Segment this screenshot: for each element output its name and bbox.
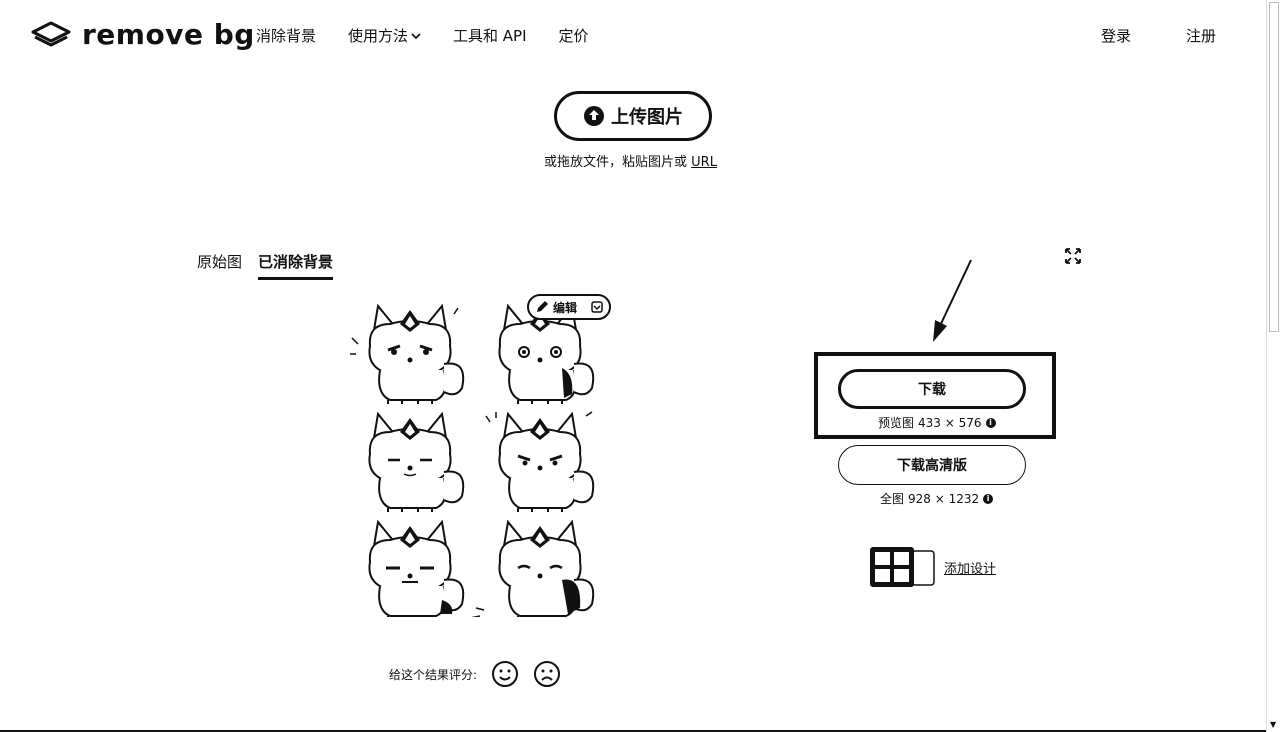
upload-url-link[interactable]: URL <box>691 155 717 170</box>
sad-face-icon[interactable] <box>533 660 561 688</box>
main-nav: 消除背景 使用方法 工具和 API 定价 <box>256 25 589 46</box>
rating-label: 给这个结果评分: <box>389 667 478 682</box>
rating: 给这个结果评分: <box>389 660 561 688</box>
scroll-down-icon[interactable]: ▼ <box>1270 720 1276 729</box>
header: remove bg 消除背景 使用方法 工具和 API 定价 登录 注册 <box>0 0 1266 70</box>
download-button[interactable]: 下载 <box>838 369 1026 409</box>
upload-button-label: 上传图片 <box>611 107 683 128</box>
logo-text: remove bg <box>82 18 255 51</box>
full-label: 全图 <box>880 492 905 506</box>
tab-original[interactable]: 原始图 <box>197 251 242 280</box>
chevron-down-icon <box>411 32 421 39</box>
nav-remove-background[interactable]: 消除背景 <box>256 25 316 46</box>
nav-tools-api[interactable]: 工具和 API <box>453 25 527 46</box>
edit-label: 编辑 <box>553 300 578 315</box>
add-design[interactable]: 添加设计 <box>868 545 996 589</box>
nav-how-to-use[interactable]: 使用方法 <box>348 25 421 46</box>
scrollbar-thumb[interactable] <box>1269 2 1279 332</box>
result-image <box>350 305 595 617</box>
nav-how-to-use-label: 使用方法 <box>348 27 409 45</box>
preview-label: 预览图 <box>878 416 915 430</box>
edit-button[interactable]: 编辑 <box>527 294 611 320</box>
info-icon[interactable]: i <box>985 417 996 428</box>
full-size-info: 全图 928 × 1232 i <box>880 490 994 507</box>
design-templates-icon <box>870 547 935 587</box>
signup-link[interactable]: 注册 <box>1186 25 1216 46</box>
download-hd-button[interactable]: 下载高清版 <box>838 445 1026 485</box>
full-size: 928 × 1232 <box>908 491 980 506</box>
upload-hint-text: 或拖放文件，粘贴图片或 <box>544 155 688 170</box>
image-tabs: 原始图 已消除背景 <box>197 251 334 280</box>
auth-links: 登录 注册 <box>1101 25 1216 46</box>
login-link[interactable]: 登录 <box>1101 25 1131 46</box>
info-icon[interactable]: i <box>983 493 994 504</box>
pencil-icon <box>537 301 548 312</box>
add-design-link[interactable]: 添加设计 <box>944 558 996 577</box>
logo[interactable]: remove bg <box>30 18 255 51</box>
upload-hint: 或拖放文件，粘贴图片或 URL <box>544 151 717 170</box>
annotation-arrow <box>933 259 972 342</box>
happy-face-icon[interactable] <box>491 660 519 688</box>
upload-image-button[interactable]: 上传图片 <box>554 91 712 141</box>
page-scrollbar[interactable]: ▼ <box>1266 0 1280 732</box>
preview-info: 预览图 433 × 576 i <box>878 414 996 431</box>
tab-background-removed[interactable]: 已消除背景 <box>258 251 334 280</box>
expand-icon[interactable] <box>1064 247 1082 265</box>
nav-pricing[interactable]: 定价 <box>559 25 589 46</box>
preview-size: 433 × 576 <box>918 415 982 430</box>
upload-icon <box>584 106 604 126</box>
edit-menu-icon <box>591 301 603 313</box>
logo-icon <box>31 21 71 46</box>
